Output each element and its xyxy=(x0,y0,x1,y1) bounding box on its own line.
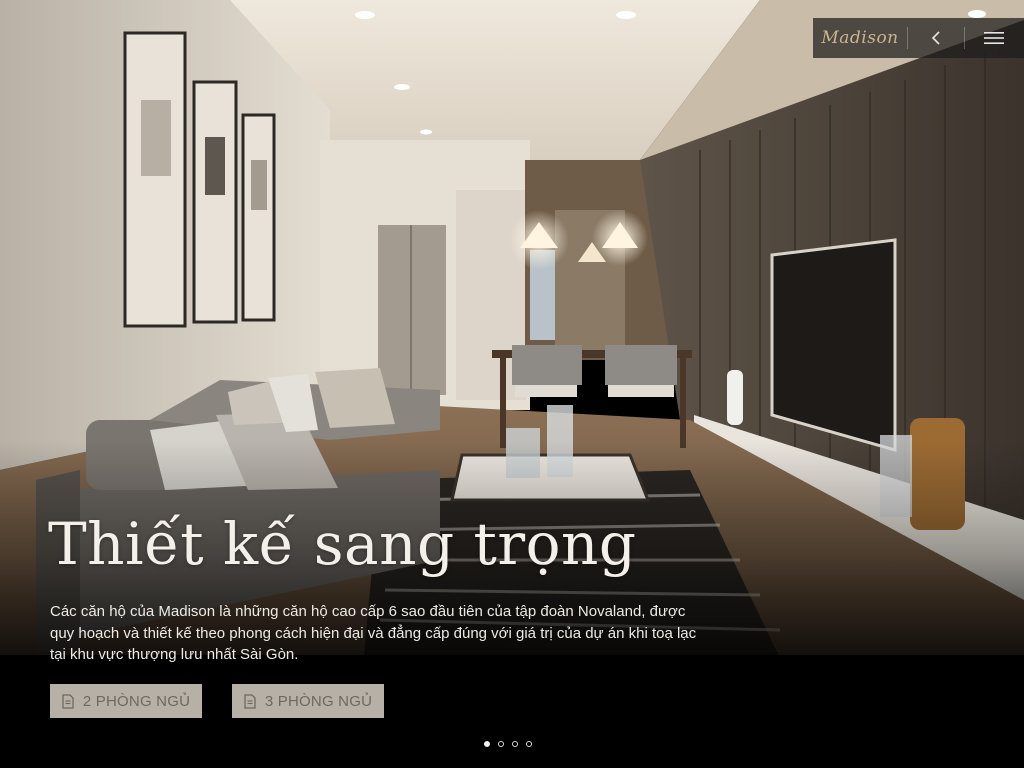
hamburger-menu-icon xyxy=(984,32,1004,44)
hero-title: Thiết kế sang trọng xyxy=(48,510,637,578)
two-bedroom-label: 2 PHÒNG NGỦ xyxy=(82,692,191,710)
back-button[interactable] xyxy=(908,18,964,58)
document-icon xyxy=(62,693,74,709)
hero-description: Các căn hộ của Madison là những căn hộ c… xyxy=(50,603,697,663)
menu-button[interactable] xyxy=(965,18,1023,58)
carousel-dot-3[interactable] xyxy=(512,741,518,747)
three-bedroom-label: 3 PHÒNG NGỦ xyxy=(264,692,373,710)
document-icon xyxy=(244,693,256,709)
carousel-dot-1[interactable] xyxy=(484,741,490,747)
carousel-dot-4[interactable] xyxy=(526,741,532,747)
carousel-dot-2[interactable] xyxy=(498,741,504,747)
chevron-left-icon xyxy=(931,31,940,45)
madison-logo[interactable]: Madison xyxy=(813,28,907,48)
two-bedroom-button[interactable]: 2 PHÒNG NGỦ xyxy=(50,684,202,718)
top-navigation-bar: Madison xyxy=(813,18,1024,58)
carousel-pagination xyxy=(484,739,540,749)
three-bedroom-button[interactable]: 3 PHÒNG NGỦ xyxy=(232,684,384,718)
